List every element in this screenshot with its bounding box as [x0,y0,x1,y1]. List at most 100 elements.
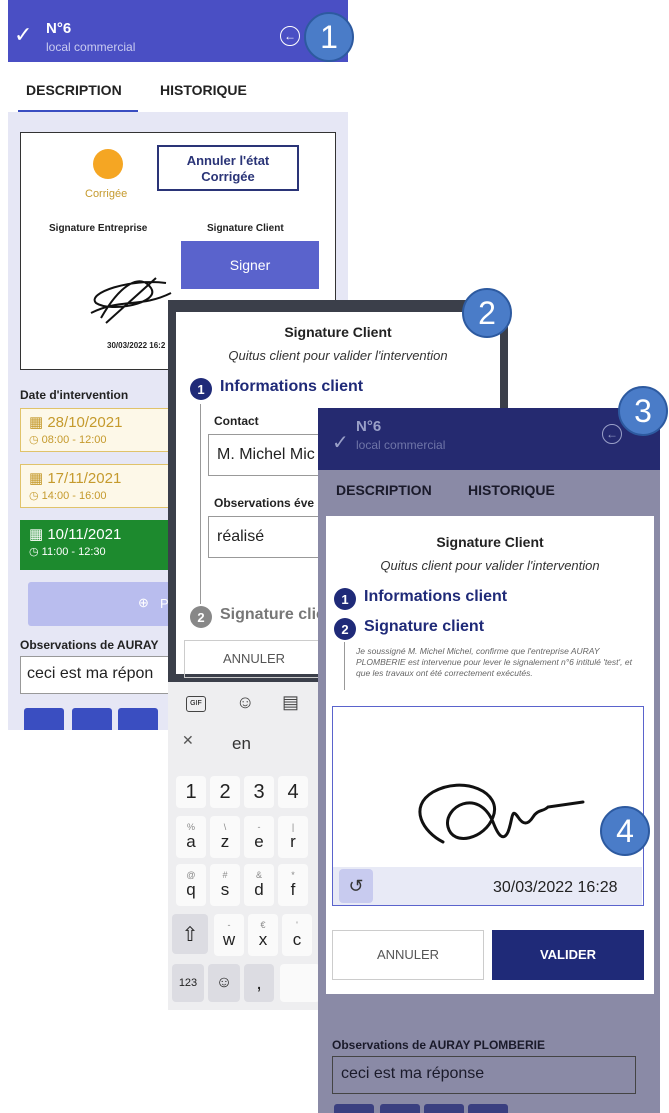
step-2-label: Signature clie [220,606,325,623]
clipboard-icon[interactable]: ▤ [282,692,299,713]
clock-icon: ◷ [29,490,42,502]
key-d[interactable]: & d [244,864,274,906]
time-value: ◷ 11:00 - 12:30 [29,546,106,558]
date-value: ▦ 28/10/2021 [29,414,123,431]
tab-bar: DESCRIPTION HISTORIQUE [8,62,348,113]
key-3[interactable]: 3 [244,776,274,808]
status-label: Corrigée [85,188,128,200]
calendar-icon: ▦ [29,414,48,431]
signature-dialog: Signature Client Quitus client pour vali… [326,516,654,994]
cancel-button[interactable]: ANNULER [332,930,484,980]
back-arrow-icon[interactable]: ← [602,424,622,444]
step-line [200,404,201,604]
step-1-indicator: 1 [190,378,212,400]
step-2-indicator: 2 [190,606,212,628]
add-icon: ⊕ [138,595,149,610]
add-file-icon[interactable] [468,1104,508,1113]
step-2-label: Signature client [364,618,485,635]
step-bubble-3: 3 [618,386,668,436]
obs-field[interactable]: ceci est ma réponse [332,1056,636,1094]
gif-icon[interactable]: GIF [186,696,206,712]
sign-button[interactable]: Signer [181,241,319,289]
cancel-button[interactable]: ANNULER [184,640,324,678]
tab-historique[interactable]: HISTORIQUE [160,82,247,98]
dialog-title: Signature Client [284,324,392,340]
clock-icon: ◷ [29,434,42,446]
key-s[interactable]: # s [210,864,240,906]
status-dot-icon [93,149,123,179]
add-photo-icon[interactable] [24,708,64,730]
date-item-active[interactable]: ▦ 10/11/2021 ◷ 11:00 - 12:30 [20,520,190,570]
check-icon: ✓ [14,22,33,47]
key-a[interactable]: % a [176,816,206,858]
emoji-icon[interactable]: ☺ [208,964,240,1002]
dialog-subtitle: Quitus client pour valider l'interventio… [380,558,600,573]
sig-company-label: Signature Entreprise [49,223,148,234]
contact-label: Contact [214,414,259,428]
key-w[interactable]: -w [214,914,244,956]
obs-heading: Observations de AURAY PLOMBERIE [332,1038,545,1052]
sig-client-label: Signature Client [207,223,284,234]
app-header: ✓ N°6 local commercial ← [318,408,660,470]
step-line [344,642,345,690]
app-header: ✓ N°6 local commercial ← [8,0,348,62]
cancel-state-button[interactable]: Annuler l'état Corrigée [157,145,299,191]
dialog-subtitle: Quitus client pour valider l'interventio… [228,348,448,363]
tab-bar: DESCRIPTION HISTORIQUE [318,470,660,514]
step-bubble-1: 1 [304,12,354,62]
signature-pad[interactable]: ↺ 30/03/2022 16:28 [332,706,644,906]
add-image-icon[interactable] [72,708,112,730]
tab-description[interactable]: DESCRIPTION [336,482,432,498]
report-subtitle: local commercial [46,40,136,54]
client-signature-image [418,783,585,844]
key-x[interactable]: € x [248,914,278,956]
collapse-icon[interactable]: ✕ [182,732,194,749]
step-bubble-2: 2 [462,288,512,338]
calendar-icon: ▦ [29,470,48,487]
tab-description[interactable]: DESCRIPTION [26,82,122,98]
company-signature-image [90,277,172,324]
obs-heading: Observations de AURAY [20,638,159,652]
key-z[interactable]: \ z [210,816,240,858]
dialog-title: Signature Client [436,534,544,550]
step-1-indicator: 1 [334,588,356,610]
obs-label: Observations éve [214,496,315,510]
undo-icon[interactable]: ↺ [339,869,373,903]
space-key[interactable] [280,964,320,1002]
key-4[interactable]: 4 [278,776,308,808]
key-q[interactable]: @ q [176,864,206,906]
key-123[interactable]: 123 [172,964,204,1002]
key-c[interactable]: ' c [282,914,312,956]
add-gallery-icon[interactable] [118,708,158,730]
date-value: ▦ 10/11/2021 [29,526,122,543]
shift-key[interactable]: ⇧ [172,914,208,954]
sticker-icon[interactable]: ☺ [236,692,254,713]
time-value: ◷ 14:00 - 16:00 [29,490,107,502]
key-1[interactable]: 1 [176,776,206,808]
calendar-icon: ▦ [29,526,48,543]
sig-timestamp: 30/03/2022 16:2 [107,341,166,350]
date-item[interactable]: ▦ 28/10/2021 ◷ 08:00 - 12:00 [20,408,190,452]
step-bubble-4: 4 [600,806,650,856]
tab-historique[interactable]: HISTORIQUE [468,482,555,498]
add-photo-icon[interactable] [334,1104,374,1113]
date-heading: Date d'intervention [20,388,129,402]
report-number: N°6 [356,418,382,435]
step-1-label: Informations client [220,378,364,395]
signature-timestamp: 30/03/2022 16:28 [493,879,618,896]
validate-button[interactable]: VALIDER [492,930,644,980]
clock-icon: ◷ [29,546,42,558]
key-r[interactable]: | r [278,816,308,858]
report-subtitle: local commercial [356,438,446,452]
key-comma[interactable]: , [244,964,274,1002]
add-image-icon[interactable] [380,1104,420,1113]
step-2-indicator: 2 [334,618,356,640]
key-2[interactable]: 2 [210,776,240,808]
key-e[interactable]: -e [244,816,274,858]
date-item[interactable]: ▦ 17/11/2021 ◷ 14:00 - 16:00 [20,464,190,508]
key-f[interactable]: * f [278,864,308,906]
legal-text: Je soussigné M. Michel Michel, confirme … [356,646,632,678]
back-arrow-icon[interactable]: ← [280,26,300,46]
add-gallery-icon[interactable] [424,1104,464,1113]
screen-3: ✓ N°6 local commercial ← DESCRIPTION HIS… [318,408,660,1113]
